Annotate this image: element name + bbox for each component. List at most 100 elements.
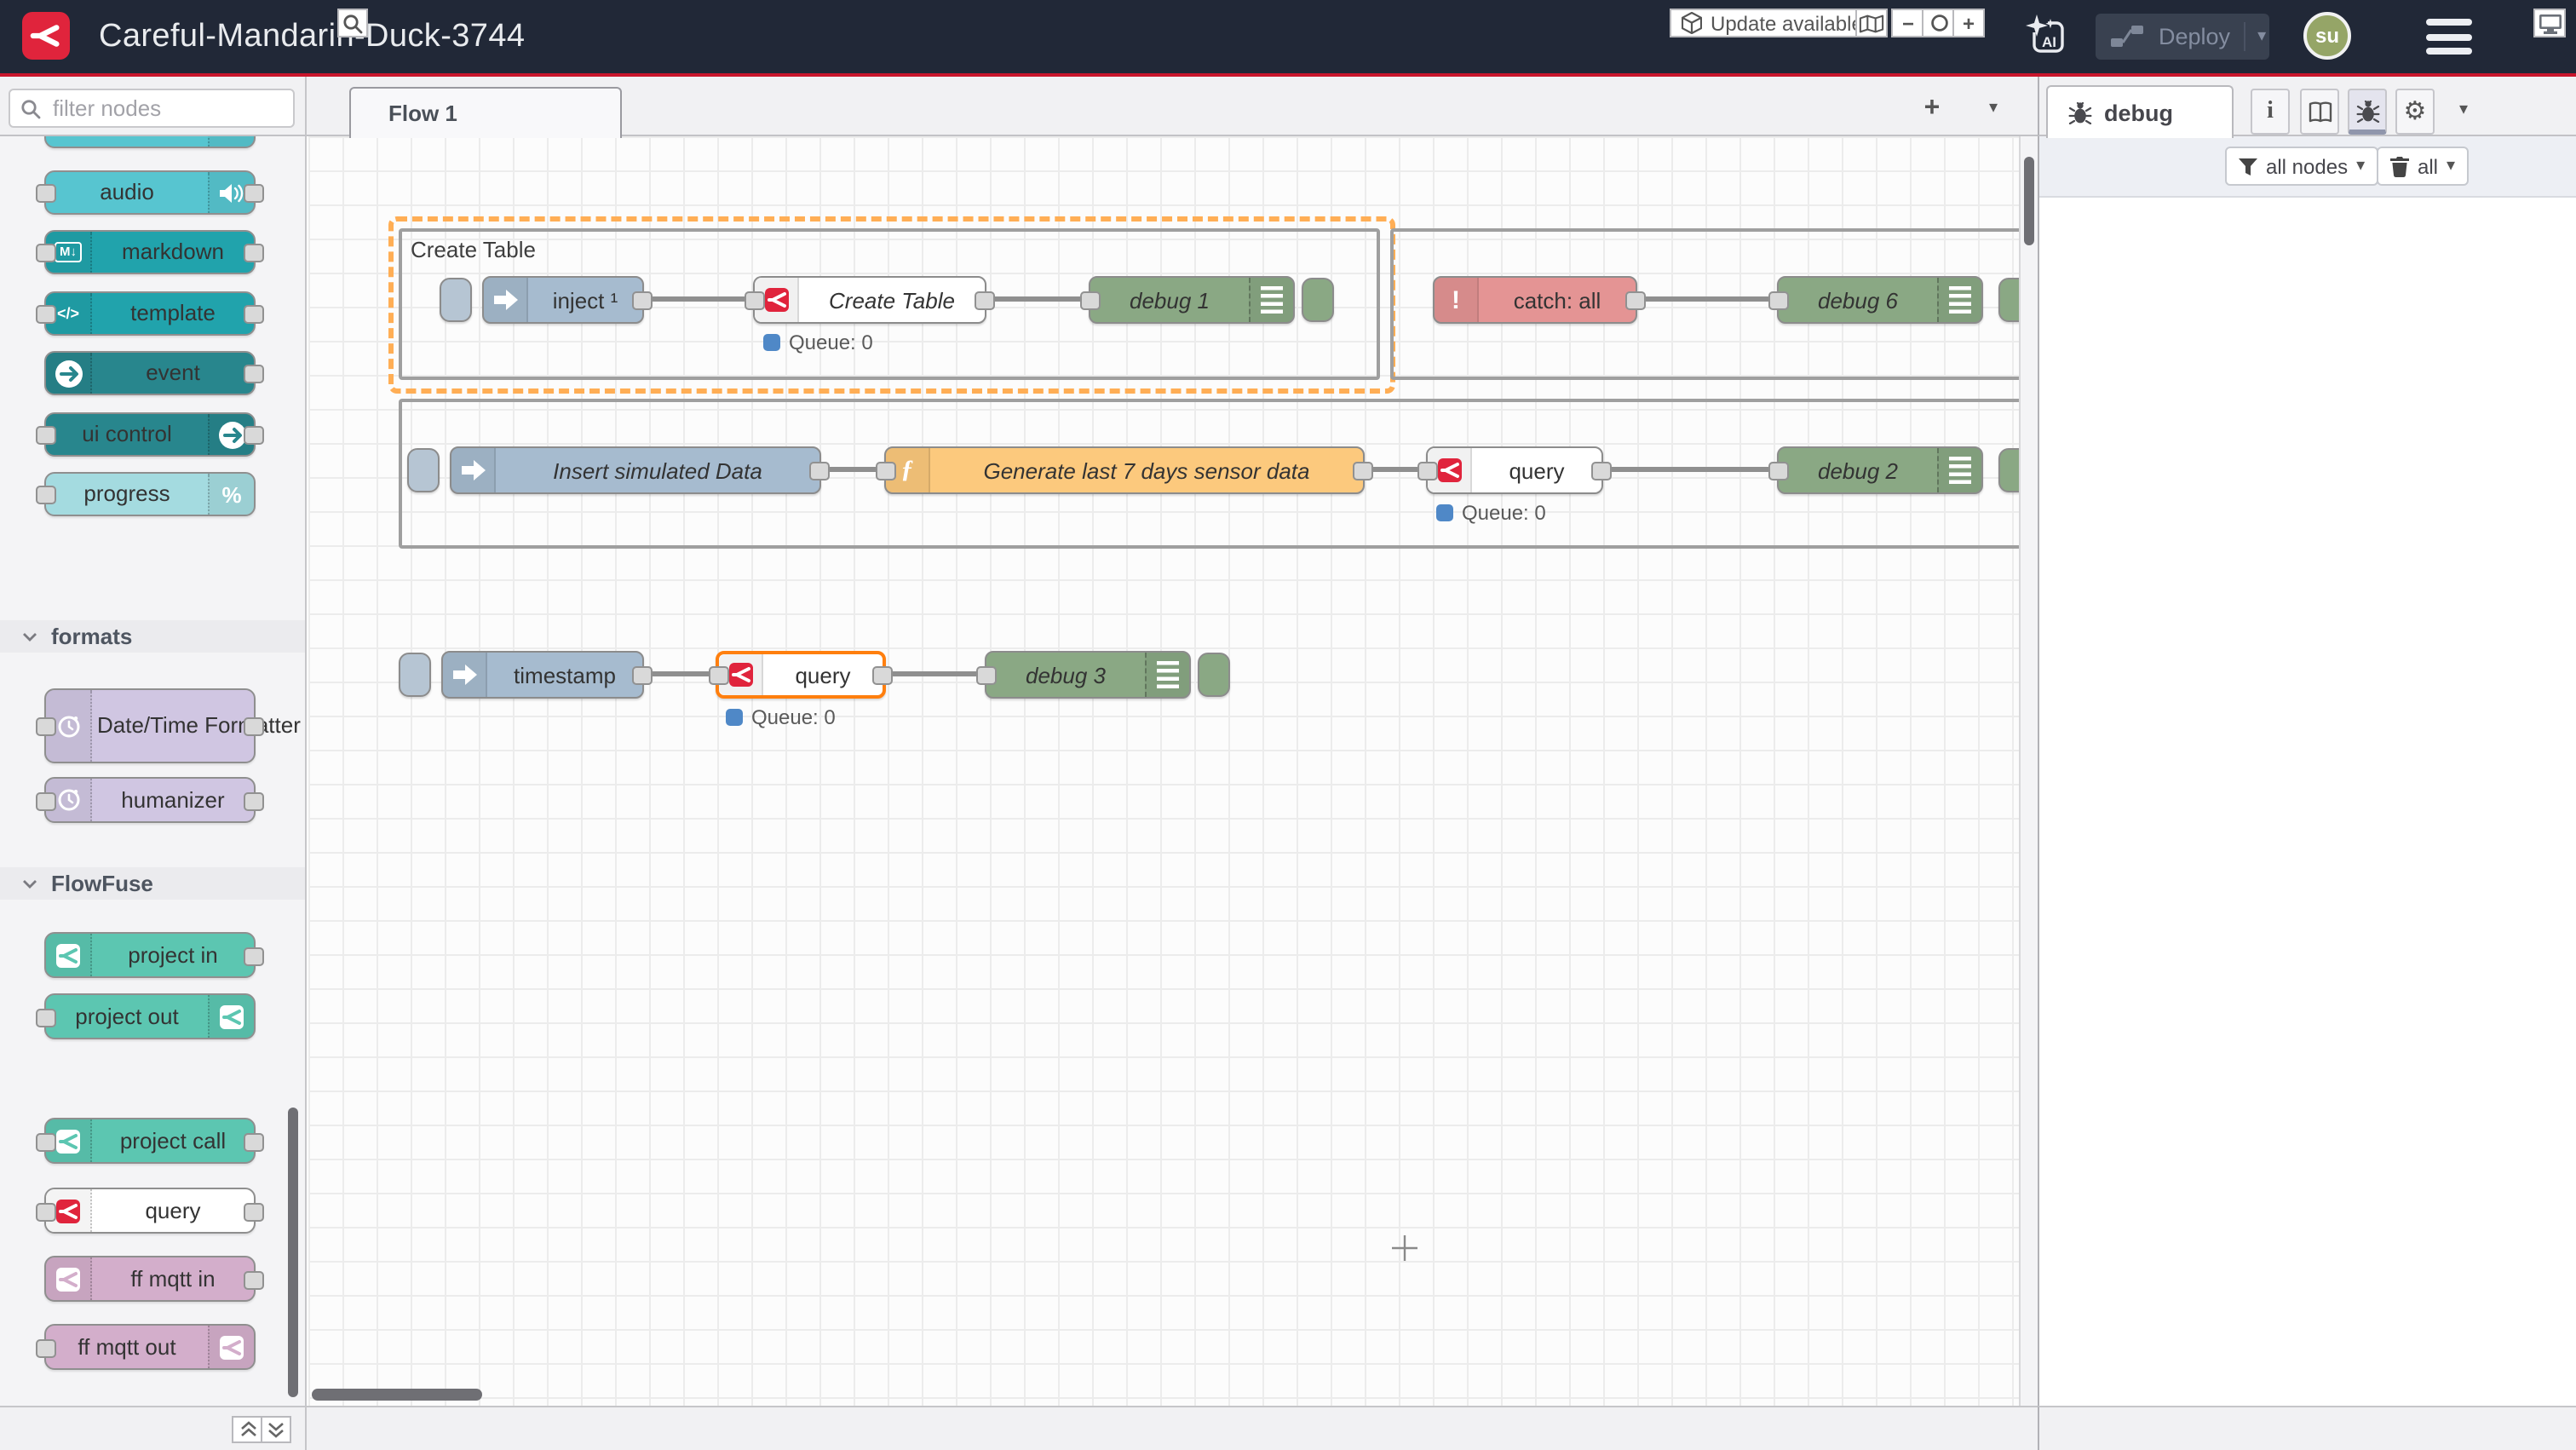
debug-clear-button[interactable]: all ▾ [2377,147,2469,186]
node-create-table-query[interactable]: Create Table [753,276,986,324]
output-port[interactable] [809,462,830,480]
palette-node-progress[interactable]: % progress [44,472,256,516]
input-port[interactable] [709,666,729,685]
wire[interactable] [644,671,716,676]
input-port[interactable] [36,717,56,736]
wire[interactable] [886,671,985,676]
debug-filter-button[interactable]: all nodes ▾ [2225,147,2378,186]
palette-collapse-all-button[interactable] [232,1416,262,1443]
update-available-button[interactable]: Update available [1670,9,1875,37]
sidebar-menu-caret-icon[interactable]: ▾ [2447,95,2481,126]
output-port[interactable] [244,305,264,324]
palette-node-markdown[interactable]: M↓ markdown [44,230,256,274]
palette-node-template[interactable]: </> template [44,291,256,336]
flowfuse-logo-icon[interactable] [22,12,70,60]
wire[interactable] [644,296,753,302]
node-debug-1[interactable]: debug 1 [1089,276,1295,324]
tab-info[interactable]: i [2251,89,2290,135]
palette-node-project-in[interactable]: project in [44,932,256,978]
output-port[interactable] [244,947,264,965]
input-port[interactable] [36,426,56,445]
palette-scrollbar[interactable] [288,1108,298,1397]
tab-config[interactable]: ⚙ [2395,89,2435,135]
node-generate-sensor-data[interactable]: ƒ Generate last 7 days sensor data [884,446,1365,494]
debug-toggle-button[interactable] [1998,448,2019,492]
palette-expand-all-button[interactable] [261,1416,291,1443]
input-port[interactable] [36,791,56,810]
wire[interactable] [1603,467,1777,472]
zoom-reset-button[interactable] [1922,9,1954,37]
output-port[interactable] [1591,462,1612,480]
output-port[interactable] [1353,462,1373,480]
input-port[interactable] [36,1338,56,1357]
inject-trigger-button[interactable] [407,448,440,492]
node-debug-6[interactable]: debug 6 [1777,276,1983,324]
flow-canvas[interactable]: Create Table inject ¹ Create Table Queue… [308,136,2019,1406]
ai-assistant-button[interactable]: AI [2026,14,2070,58]
input-port[interactable] [1768,291,1789,310]
output-port[interactable] [1625,291,1646,310]
canvas-horizontal-scrollbar[interactable] [312,1389,482,1401]
debug-toggle-button[interactable] [1302,278,1334,322]
palette-node-audio[interactable]: audio [44,170,256,215]
canvas-search-button[interactable] [337,9,368,37]
tab-debug[interactable] [2348,89,2387,135]
output-port[interactable] [872,666,893,685]
deploy-button[interactable]: Deploy ▾ [2096,14,2269,60]
input-port[interactable] [976,666,997,685]
input-port[interactable] [36,244,56,262]
input-port[interactable] [1768,462,1789,480]
output-port[interactable] [244,1202,264,1221]
output-port[interactable] [244,244,264,262]
palette-section-formats[interactable]: formats [0,620,305,653]
output-port[interactable] [244,426,264,445]
palette-node-event[interactable]: event [44,351,256,395]
output-port[interactable] [244,1270,264,1289]
wire[interactable] [986,296,1089,302]
node-query-2[interactable]: query [1426,446,1603,494]
wire[interactable] [821,467,884,472]
open-debug-window-button[interactable] [2533,9,2566,37]
output-port[interactable] [244,717,264,736]
palette-node-datetime-formatter[interactable]: Date/Time Formatter [44,688,256,763]
output-port[interactable] [975,291,995,310]
palette-node-ff-mqtt-out[interactable]: ff mqtt out [44,1324,256,1370]
inject-trigger-button[interactable] [399,653,431,697]
output-port[interactable] [244,791,264,810]
input-port[interactable] [745,291,765,310]
input-port[interactable] [36,184,56,203]
sidebar-tab-debug-label[interactable]: debug [2046,85,2234,138]
search-input[interactable] [49,94,283,123]
zoom-out-button[interactable]: − [1891,9,1923,37]
input-port[interactable] [36,1132,56,1151]
input-port[interactable] [1417,462,1438,480]
wire[interactable] [1637,296,1777,302]
node-catch-all[interactable]: ! catch: all [1433,276,1637,324]
debug-toggle-button[interactable] [1198,653,1230,697]
main-menu-button[interactable] [2426,19,2472,55]
output-port[interactable] [632,291,653,310]
canvas-vertical-scrollbar[interactable] [2024,157,2034,245]
node-debug-3[interactable]: debug 3 [985,651,1191,699]
inject-trigger-button[interactable] [440,278,472,322]
add-flow-button[interactable]: + [1915,94,1949,124]
node-inject-1[interactable]: inject ¹ [482,276,644,324]
output-port[interactable] [632,666,653,685]
input-port[interactable] [1080,291,1101,310]
palette-node-ff-mqtt-in[interactable]: ff mqtt in [44,1256,256,1302]
node-insert-simulated-data[interactable]: Insert simulated Data [450,446,821,494]
input-port[interactable] [36,1202,56,1221]
palette-node-humanizer[interactable]: humanizer [44,777,256,823]
input-port[interactable] [876,462,896,480]
input-port[interactable] [36,305,56,324]
palette-section-flowfuse[interactable]: FlowFuse [0,867,305,900]
user-avatar[interactable]: su [2303,12,2351,60]
debug-toggle-button[interactable] [1998,278,2019,322]
palette-node-query[interactable]: query [44,1188,256,1234]
palette-node-notification[interactable]: notification [44,136,256,148]
node-timestamp[interactable]: timestamp [441,651,644,699]
input-port[interactable] [36,486,56,504]
palette-node-ui-control[interactable]: ui control [44,412,256,457]
flow-list-caret-icon[interactable]: ▾ [1976,94,2010,124]
palette-search[interactable] [9,89,295,128]
